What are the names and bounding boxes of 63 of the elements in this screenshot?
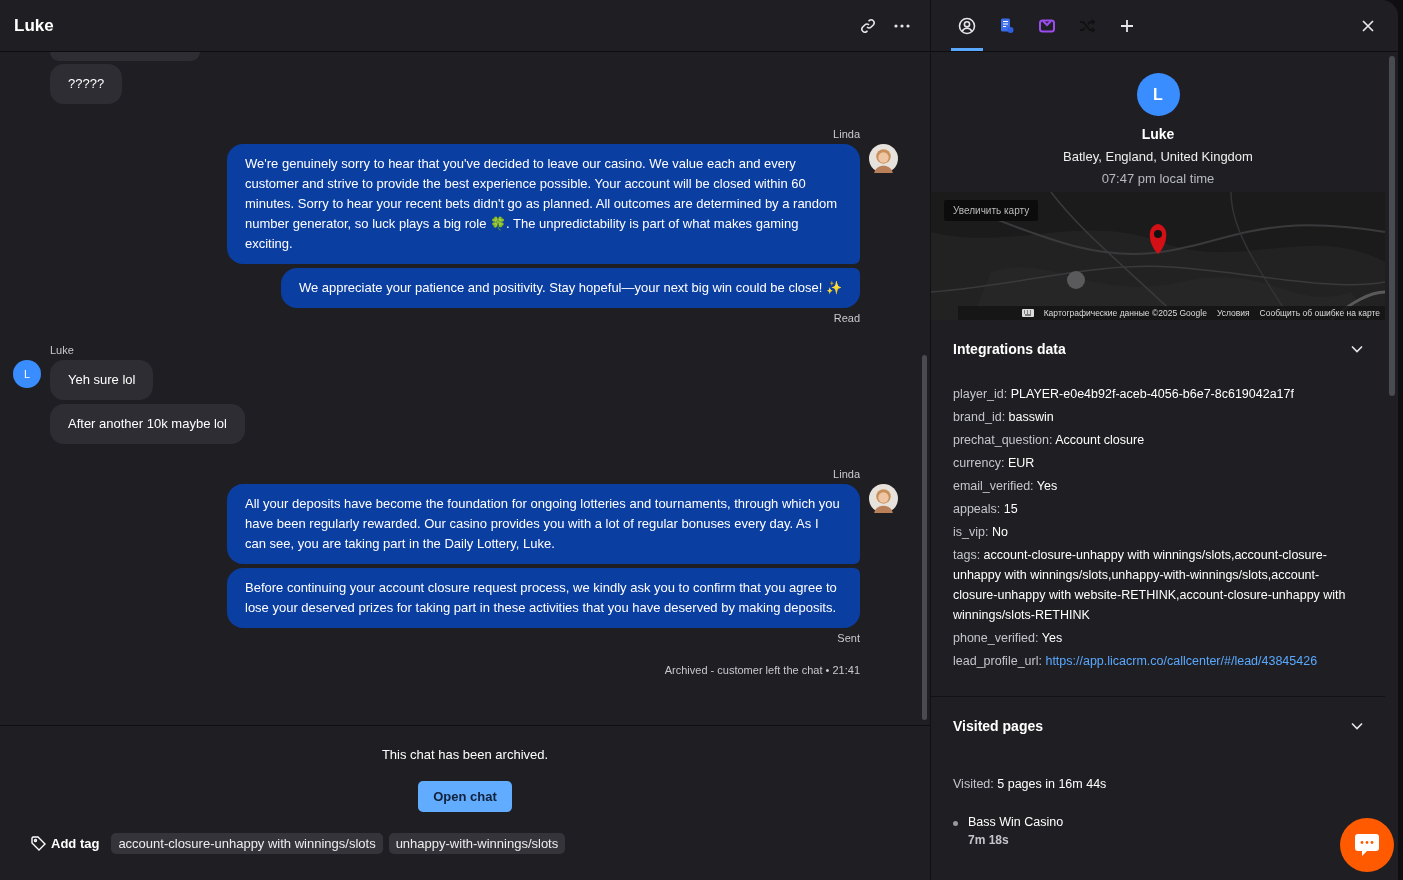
author-name: Linda [833, 128, 860, 140]
open-chat-button[interactable]: Open chat [418, 781, 512, 812]
user-avatar: L [13, 360, 41, 388]
user-avatar: L [1136, 73, 1180, 116]
data-field: brand_id: basswin [953, 407, 1363, 427]
page-title: Bass Win Casino [968, 815, 1064, 829]
data-field: currency: EUR [953, 453, 1363, 473]
user-name: Luke [1141, 126, 1175, 142]
data-field: lead_profile_url: https://app.licacrm.co/callcenter/#/lead/43845426 [953, 651, 1363, 671]
section-title: Visited pages [953, 718, 1043, 734]
message-bubble: ????? [50, 64, 123, 104]
add-tag-button[interactable]: Add tag [31, 836, 100, 851]
close-button[interactable] [1362, 19, 1374, 32]
message-bubble: Before continuing your account closure request process, we kindly ask you to confirm that you agree to lose your deserved prizes for taking part in these activities that you have deserved by making deposits. [227, 568, 860, 628]
tag-icon [31, 836, 46, 851]
archived-notice: This chat has been archived. [381, 747, 549, 762]
document-icon [1000, 17, 1014, 34]
message-status: Sent [837, 632, 860, 644]
bullet-icon [953, 821, 958, 826]
chat-title: Luke [14, 15, 55, 36]
page-duration: 7m 18s [968, 833, 1010, 847]
user-location: Batley, England, United Kingdom [1063, 149, 1253, 164]
map-zoom-tooltip[interactable]: Увеличить карту [944, 200, 1039, 221]
visited-summary: Visited: 5 pages in 16m 44s [953, 777, 1108, 791]
agent-avatar [869, 484, 898, 513]
keyboard-icon[interactable] [1021, 309, 1034, 317]
chevron-down-icon[interactable] [1351, 345, 1363, 353]
tag-chip[interactable]: unhappy-with-winnings/slots [388, 833, 566, 854]
map-report-link[interactable]: Сообщить об ошибке на карте [1259, 308, 1380, 318]
message-bubble: Yeh sure lol [50, 360, 154, 400]
chevron-down-icon[interactable] [1351, 722, 1363, 730]
map-terms-link[interactable]: Условия [1216, 308, 1250, 318]
data-field: prechat_question: Account closure [953, 430, 1363, 450]
author-name: Luke [50, 344, 75, 356]
message-bubble: After another 10k maybe lol [50, 404, 245, 444]
plus-icon [1120, 18, 1134, 33]
message-bubble: We appreciate your patience and positivity. Stay hopeful—your next big win could be close! ✨ [280, 268, 860, 308]
author-name: Linda [833, 468, 860, 480]
map-attribution: Картографические данные ©2025 Google [1043, 308, 1207, 318]
system-note: Archived - customer left the chat • 21:41 [664, 664, 860, 676]
data-field: email_verified: Yes [953, 476, 1363, 496]
more-icon[interactable] [894, 23, 910, 28]
message-bubble: We're genuinely sorry to hear that you've decided to leave our casino. We value each and every customer and strive to provide the best experience possible. Your account will be closed within 60 minutes. Sorry to hear your recent bets didn't go as planned. All outcomes are determined by a random number generator, so luck plays a big role 🍀. The unpredictability is part of what makes gaming exciting. [227, 144, 860, 264]
data-field: phone_verified: Yes [953, 628, 1363, 648]
data-field: tags: account-closure-unhappy with winnings/slots,account-closure-unhappy with winnings/slots,unhappy-with-winnings/slots,account-closure-unhappy with website-RETHINK,account-closure-unhappy with winnings/slots-RETHINK [953, 545, 1363, 625]
data-field: is_vip: No [953, 522, 1363, 542]
scrollbar[interactable] [922, 355, 927, 720]
scrollbar[interactable] [1389, 56, 1395, 396]
profile-link[interactable]: https://app.licacrm.co/callcenter/#/lead/43845426 [1045, 654, 1318, 668]
link-icon[interactable] [860, 17, 876, 34]
data-field: player_id: PLAYER-e0e4b92f-aceb-4056-b6e7-8c619042a17f [953, 384, 1363, 404]
user-icon [958, 16, 976, 35]
tag-chip[interactable]: account-closure-unhappy with winnings/slots [111, 833, 383, 854]
data-field: appeals: 15 [953, 499, 1363, 519]
close-icon [1362, 19, 1374, 32]
inbox-icon [1039, 18, 1055, 33]
message-bubble: All your deposits have become the foundation for ongoing lotteries and tournaments, through which you have been regularly rewarded. Our casino provides you with a lot of regular bonuses every day. As I can see, you are taking part in the Daily Lottery, Luke. [227, 484, 860, 564]
agent-avatar [869, 144, 898, 173]
message-status: Read [833, 312, 860, 324]
chat-widget-button[interactable] [1340, 818, 1394, 872]
section-title: Integrations data [953, 341, 1066, 357]
local-time: 07:47 pm local time [1101, 171, 1215, 186]
chat-bubble-icon [1354, 833, 1380, 857]
